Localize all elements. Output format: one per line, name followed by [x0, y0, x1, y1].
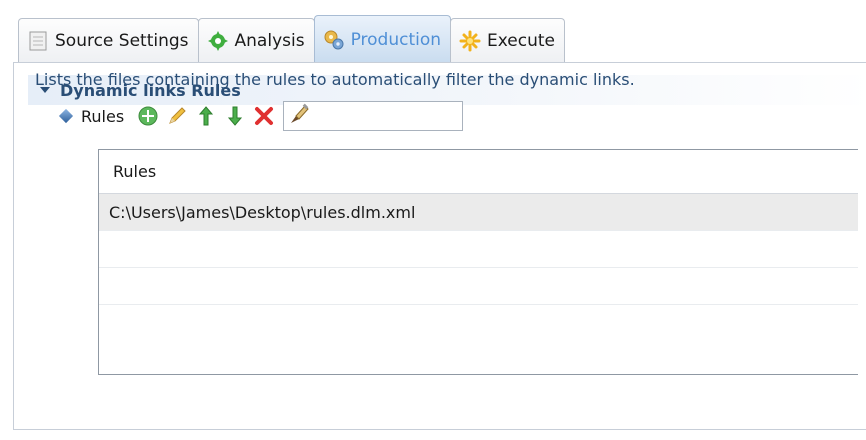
table-row[interactable]: [99, 231, 858, 268]
sparkle-icon: [459, 30, 481, 52]
add-icon[interactable]: [136, 104, 160, 128]
rules-toolbar-row: Rules: [58, 100, 464, 132]
tab-label: Production: [350, 29, 442, 50]
delete-icon[interactable]: [252, 104, 276, 128]
tab-label: Analysis: [234, 31, 305, 51]
rules-table[interactable]: Rules C:\Users\James\Desktop\rules.dlm.x…: [98, 149, 858, 375]
move-down-icon[interactable]: [223, 104, 247, 128]
section-description: Lists the files containing the rules to …: [35, 70, 635, 89]
tab-label: Source Settings: [55, 31, 189, 51]
tab-label: Execute: [487, 31, 556, 51]
table-cell: C:\Users\James\Desktop\rules.dlm.xml: [109, 202, 416, 222]
tab-execute[interactable]: Execute: [450, 18, 566, 63]
tab-analysis[interactable]: Analysis: [197, 18, 315, 63]
edit-pencil-icon[interactable]: [165, 104, 189, 128]
tab-source-settings[interactable]: Source Settings: [18, 18, 199, 63]
rules-label: Rules: [81, 106, 125, 126]
move-up-icon[interactable]: [194, 104, 218, 128]
table-row[interactable]: [99, 268, 858, 305]
filter-input[interactable]: [283, 101, 464, 131]
blue-diamond-icon: [58, 108, 74, 124]
table-header-rules[interactable]: Rules: [99, 150, 858, 194]
gear-leaf-icon: [207, 30, 229, 52]
tab-production[interactable]: Production: [313, 15, 452, 63]
gears-icon: [323, 29, 345, 51]
filter-brush-icon: [288, 102, 312, 130]
document-icon: [27, 30, 49, 52]
table-row[interactable]: C:\Users\James\Desktop\rules.dlm.xml: [99, 194, 858, 231]
editor-tab-bar: Source Settings Analysis Production Exec…: [18, 15, 566, 63]
